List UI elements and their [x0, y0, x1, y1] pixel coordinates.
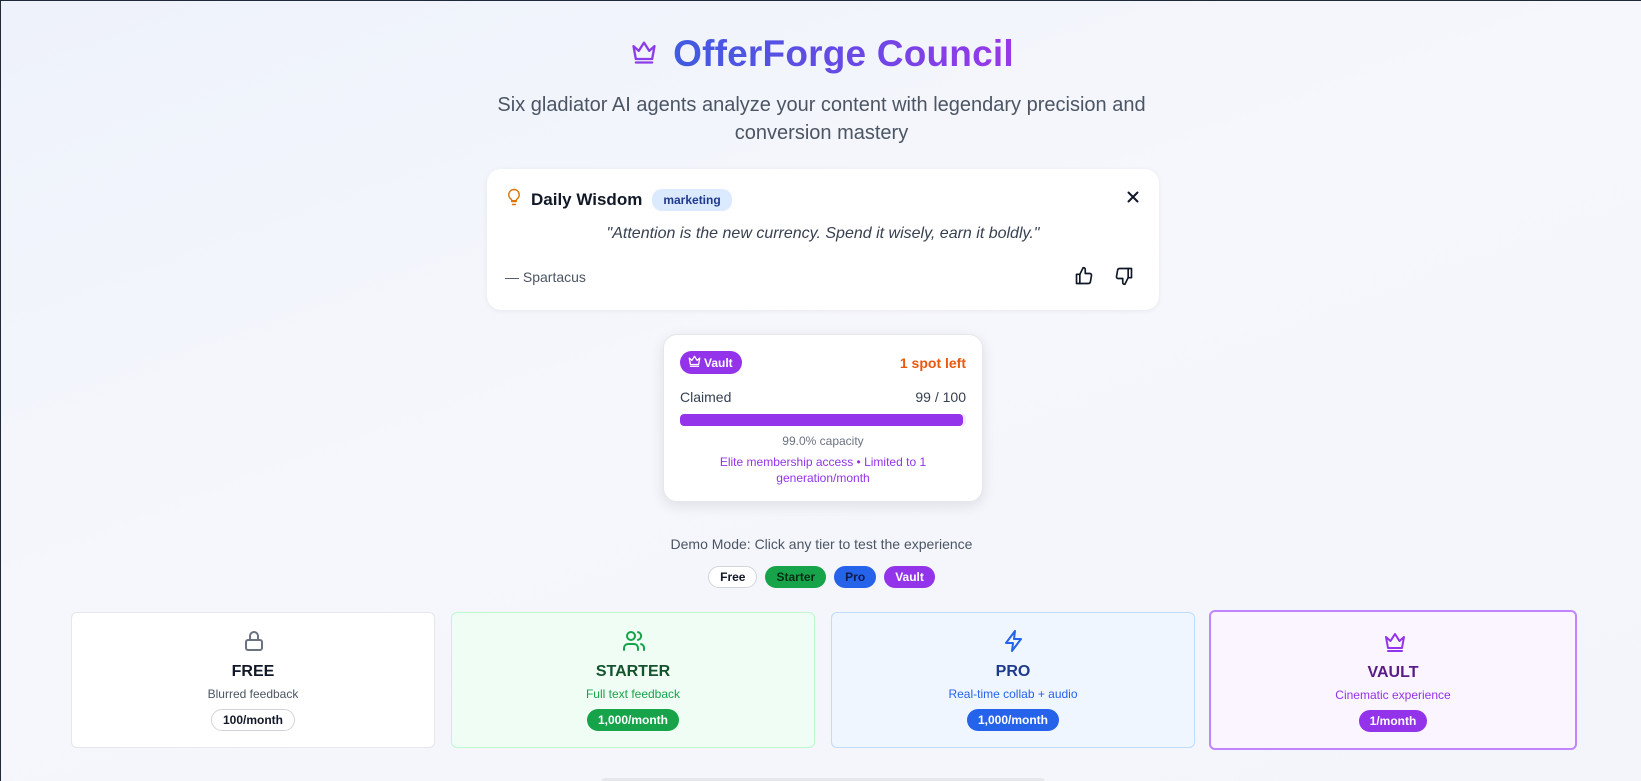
spots-left-text: 1 spot left	[899, 355, 966, 371]
tier-limit-badge: 1,000/month	[586, 709, 680, 731]
page-subtitle: Six gladiator AI agents analyze your con…	[497, 94, 1146, 144]
capacity-progress-fill	[680, 414, 964, 426]
tier-limit-wrap: 1,000/month	[452, 709, 814, 731]
daily-wisdom-card: Daily Wisdom marketing "Attention is the…	[487, 169, 1159, 310]
vault-badge-label: Vault	[704, 355, 733, 370]
crown-icon	[687, 354, 702, 371]
tier-card-starter[interactable]: STARTER Full text feedback 1,000/month	[451, 612, 815, 748]
crown-icon	[1383, 630, 1407, 654]
vault-badge: Vault	[680, 351, 742, 374]
tier-limit-badge: 1/month	[1358, 710, 1428, 732]
vault-availability-card: Vault 1 spot left Claimed 99 / 100 99.0%…	[663, 334, 983, 502]
thumbs-up-icon[interactable]	[1074, 266, 1096, 288]
demo-mode-text: Demo Mode: Click any tier to test the ex…	[670, 536, 973, 552]
lightning-icon	[1002, 629, 1026, 653]
tier-card-free[interactable]: FREE Blurred feedback 100/month	[71, 612, 435, 748]
demo-pill-free[interactable]: Free	[708, 566, 758, 588]
close-icon[interactable]	[1125, 189, 1141, 205]
page-title: OfferForge Council	[673, 33, 1014, 74]
lightbulb-icon	[505, 187, 523, 212]
demo-pill-pro[interactable]: Pro	[834, 566, 877, 588]
demo-pill-starter[interactable]: Starter	[765, 566, 827, 588]
tier-name: FREE	[231, 663, 275, 680]
title-row: OfferForge Council	[1, 31, 1641, 77]
wisdom-header: Daily Wisdom marketing	[505, 187, 732, 212]
demo-tier-selector: Free Starter Pro Vault	[1, 566, 1641, 588]
crown-icon	[629, 38, 659, 71]
lock-icon	[242, 629, 266, 653]
tier-limit-wrap: 100/month	[72, 709, 434, 731]
tier-description: Cinematic experience	[1335, 688, 1451, 702]
wisdom-category-tag: marketing	[652, 188, 732, 211]
tier-description: Blurred feedback	[207, 687, 299, 701]
claimed-label: Claimed	[680, 389, 732, 405]
tier-limit-badge: 1,000/month	[966, 709, 1060, 731]
wisdom-title: Daily Wisdom	[531, 189, 643, 209]
capacity-progress-bar	[680, 414, 966, 426]
demo-pill-vault[interactable]: Vault	[884, 566, 935, 588]
tier-card-pro[interactable]: PRO Real-time collab + audio 1,000/month	[831, 612, 1195, 748]
tier-description: Real-time collab + audio	[948, 687, 1078, 701]
wisdom-author: — Spartacus	[505, 269, 586, 285]
tier-name: PRO	[995, 663, 1031, 680]
wisdom-quote: "Attention is the new currency. Spend it…	[606, 225, 1040, 242]
tier-limit-badge: 100/month	[210, 709, 295, 731]
vault-description: Elite membership access • Limited to 1 g…	[719, 455, 927, 485]
tier-limit-wrap: 1/month	[1211, 710, 1575, 732]
thumbs-down-icon[interactable]	[1114, 266, 1136, 288]
page-header: OfferForge Council Six gladiator AI agen…	[1, 31, 1641, 147]
tier-limit-wrap: 1,000/month	[832, 709, 1194, 731]
tier-name: VAULT	[1367, 664, 1419, 681]
tier-card-vault[interactable]: VAULT Cinematic experience 1/month	[1209, 610, 1577, 750]
capacity-text: 99.0% capacity	[782, 434, 864, 448]
tier-description: Full text feedback	[585, 687, 681, 701]
tier-name: STARTER	[595, 663, 671, 680]
users-icon	[622, 629, 646, 653]
claimed-count: 99 / 100	[915, 389, 966, 405]
